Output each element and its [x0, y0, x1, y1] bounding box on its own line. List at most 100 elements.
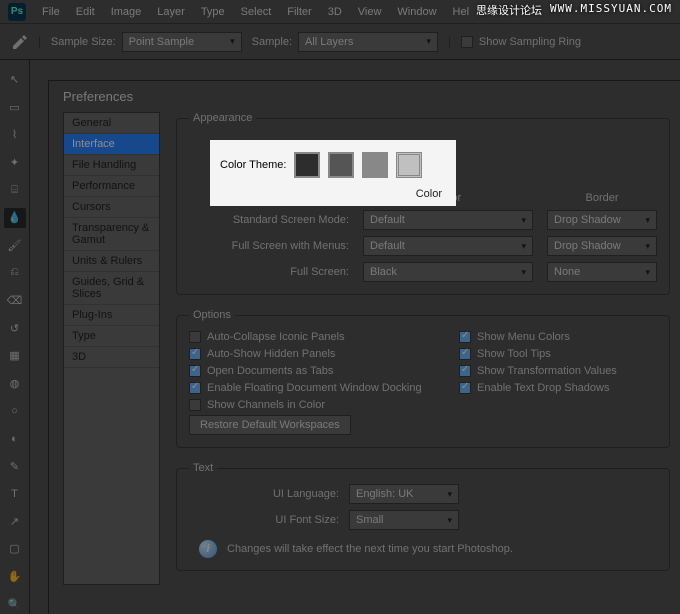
- option-checkbox[interactable]: [459, 331, 471, 343]
- color-theme-highlight: Color Theme: Color: [210, 140, 456, 206]
- option-checkbox[interactable]: [189, 348, 201, 360]
- divider: |: [38, 36, 41, 48]
- menu-view[interactable]: View: [350, 6, 390, 18]
- wand-tool[interactable]: ✦: [4, 153, 26, 173]
- chevron-down-icon: ▾: [645, 267, 650, 278]
- category-plug-ins[interactable]: Plug-Ins: [64, 305, 159, 326]
- category-type[interactable]: Type: [64, 326, 159, 347]
- chevron-down-icon: ▾: [521, 267, 526, 278]
- move-tool[interactable]: ↖: [4, 70, 26, 90]
- appearance-legend: Appearance: [189, 112, 256, 124]
- bucket-tool[interactable]: ◍: [4, 374, 26, 394]
- menu-select[interactable]: Select: [233, 6, 280, 18]
- menu-file[interactable]: File: [34, 6, 68, 18]
- clone-tool[interactable]: ⎌: [4, 263, 26, 283]
- theme-swatch-medium-dark[interactable]: [328, 152, 354, 178]
- option-checkbox[interactable]: [459, 382, 471, 394]
- screen-border-select[interactable]: Drop Shadow▾: [547, 210, 657, 230]
- option-label: Show Channels in Color: [207, 399, 325, 411]
- color-column-label: Color: [220, 188, 446, 200]
- blur-tool[interactable]: ○: [4, 401, 26, 421]
- category-cursors[interactable]: Cursors: [64, 197, 159, 218]
- screen-color-select[interactable]: Default▾: [363, 236, 533, 256]
- category-interface[interactable]: Interface: [64, 134, 159, 155]
- menu-window[interactable]: Window: [389, 6, 444, 18]
- option-label: Enable Floating Document Window Docking: [207, 382, 422, 394]
- chevron-down-icon: ▾: [230, 36, 235, 47]
- app-logo: Ps: [8, 3, 26, 21]
- category-guides-grid-slices[interactable]: Guides, Grid & Slices: [64, 272, 159, 305]
- chevron-down-icon: ▾: [645, 241, 650, 252]
- option-checkbox[interactable]: [459, 348, 471, 360]
- rect-tool[interactable]: ▢: [4, 539, 26, 559]
- chevron-down-icon: ▾: [521, 215, 526, 226]
- lasso-tool[interactable]: ⌇: [4, 125, 26, 145]
- option-label: Auto-Collapse Iconic Panels: [207, 331, 345, 343]
- menu-filter[interactable]: Filter: [279, 6, 319, 18]
- dodge-tool[interactable]: ◐: [4, 429, 26, 449]
- menu-image[interactable]: Image: [103, 6, 150, 18]
- pen-tool[interactable]: ✎: [4, 456, 26, 476]
- option-label: Show Menu Colors: [477, 331, 570, 343]
- crop-tool[interactable]: ⌸: [4, 180, 26, 200]
- option-label: Show Tool Tips: [477, 348, 551, 360]
- path-tool[interactable]: ↗: [4, 512, 26, 532]
- chevron-down-icon: ▾: [447, 489, 452, 500]
- category-file-handling[interactable]: File Handling: [64, 155, 159, 176]
- menu-hel[interactable]: Hel: [445, 6, 478, 18]
- eraser-tool[interactable]: ⌫: [4, 291, 26, 311]
- brush-tool[interactable]: 🖌: [4, 236, 26, 256]
- option-label: Show Transformation Values: [477, 365, 617, 377]
- text-legend: Text: [189, 462, 217, 474]
- category-units-rulers[interactable]: Units & Rulers: [64, 251, 159, 272]
- category-general[interactable]: General: [64, 113, 159, 134]
- category-performance[interactable]: Performance: [64, 176, 159, 197]
- eyedropper-icon: [12, 34, 28, 50]
- category-transparency-gamut[interactable]: Transparency & Gamut: [64, 218, 159, 251]
- preferences-title: Preferences: [49, 81, 680, 112]
- color-theme-label: Color Theme:: [220, 159, 286, 171]
- ui-font-size-select[interactable]: Small▾: [349, 510, 459, 530]
- show-sampling-ring-label: Show Sampling Ring: [479, 36, 581, 48]
- screen-color-select[interactable]: Default▾: [363, 210, 533, 230]
- sample-select[interactable]: All Layers▾: [298, 32, 438, 52]
- restart-note: Changes will take effect the next time y…: [227, 543, 513, 555]
- options-fieldset: Options Auto-Collapse Iconic PanelsAuto-…: [176, 309, 670, 448]
- theme-swatch-medium-light[interactable]: [362, 152, 388, 178]
- eyedropper-tool[interactable]: 💧: [4, 208, 26, 228]
- history-tool[interactable]: ↺: [4, 318, 26, 338]
- chevron-down-icon: ▾: [447, 515, 452, 526]
- option-checkbox[interactable]: [189, 365, 201, 377]
- show-sampling-ring-checkbox[interactable]: [461, 36, 473, 48]
- option-checkbox[interactable]: [189, 399, 201, 411]
- menu-edit[interactable]: Edit: [68, 6, 103, 18]
- screen-border-select[interactable]: None▾: [547, 262, 657, 282]
- chevron-down-icon: ▾: [427, 36, 432, 47]
- chevron-down-icon: ▾: [521, 241, 526, 252]
- marquee-tool[interactable]: ▭: [4, 98, 26, 118]
- info-icon: i: [199, 540, 217, 558]
- menu-type[interactable]: Type: [193, 6, 233, 18]
- option-checkbox[interactable]: [189, 382, 201, 394]
- option-checkbox[interactable]: [459, 365, 471, 377]
- type-tool[interactable]: T: [4, 484, 26, 504]
- menu-3d[interactable]: 3D: [320, 6, 350, 18]
- hand-tool[interactable]: ✋: [4, 567, 26, 587]
- gradient-tool[interactable]: ▦: [4, 346, 26, 366]
- toolbar: ↖ ▭ ⌇ ✦ ⌸ 💧 🖌 ⎌ ⌫ ↺ ▦ ◍ ○ ◐ ✎ T ↗ ▢ ✋ 🔍: [0, 60, 30, 614]
- theme-swatch-light[interactable]: [396, 152, 422, 178]
- ui-language-select[interactable]: English: UK▾: [349, 484, 459, 504]
- theme-swatch-dark[interactable]: [294, 152, 320, 178]
- menu-layer[interactable]: Layer: [149, 6, 193, 18]
- option-label: Enable Text Drop Shadows: [477, 382, 610, 394]
- restore-workspaces-button[interactable]: Restore Default Workspaces: [189, 415, 351, 435]
- option-checkbox[interactable]: [189, 331, 201, 343]
- screen-border-select[interactable]: Drop Shadow▾: [547, 236, 657, 256]
- category--d[interactable]: 3D: [64, 347, 159, 368]
- zoom-tool[interactable]: 🔍: [4, 594, 26, 614]
- ui-language-label: UI Language:: [199, 488, 339, 500]
- option-label: Open Documents as Tabs: [207, 365, 333, 377]
- screen-color-select[interactable]: Black▾: [363, 262, 533, 282]
- sample-size-select[interactable]: Point Sample▾: [122, 32, 242, 52]
- options-legend: Options: [189, 309, 235, 321]
